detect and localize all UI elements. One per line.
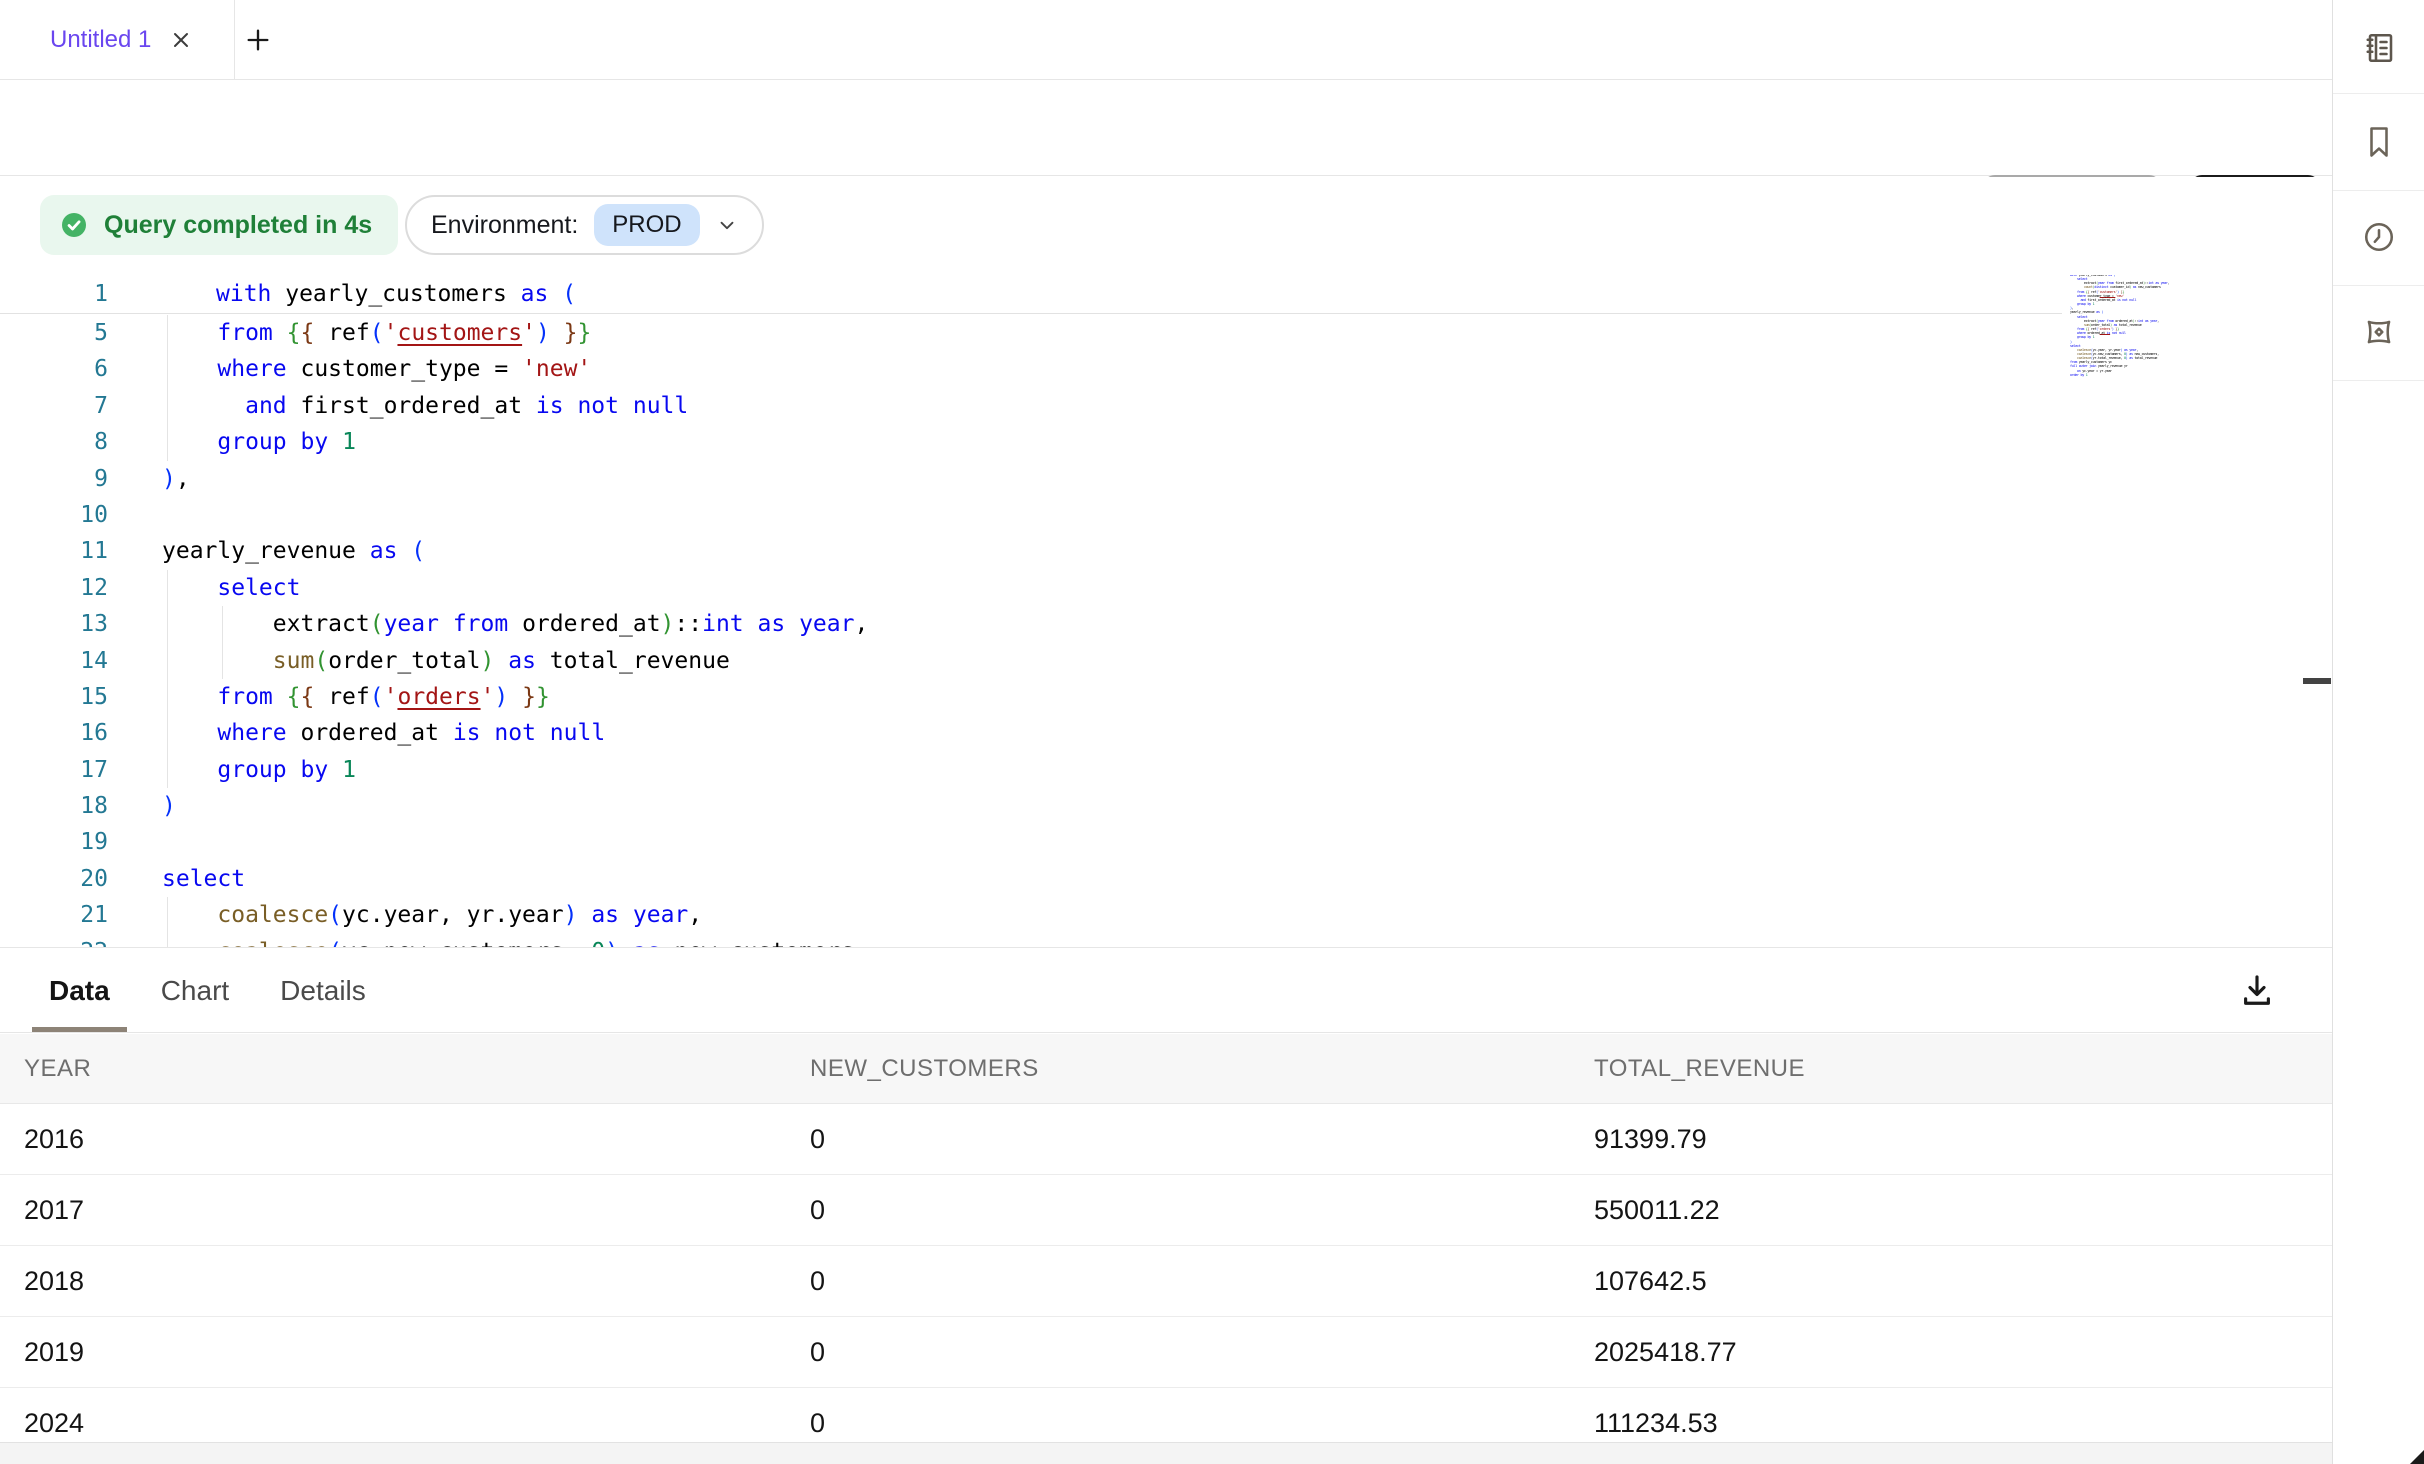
chevron-down-icon [716,214,738,236]
tab-chart[interactable]: Chart [161,975,229,1007]
sticky-line-number: 1 [0,275,108,313]
sticky-line: 1 with yearly_customers as ( [0,275,2062,314]
table-cell: 107642.5 [1594,1246,1707,1316]
table-cell: 550011.22 [1594,1175,1720,1245]
resize-corner[interactable] [2410,1450,2424,1464]
code-line[interactable]: 6 where customer_type = 'new' [0,351,2260,387]
code-line[interactable]: 9), [0,461,2260,497]
code-line[interactable]: 15 from {{ ref('orders') }} [0,679,2260,715]
table-cell: 2017 [24,1175,84,1245]
code-line[interactable]: 20select [0,861,2260,897]
horizontal-scrollbar-track[interactable] [0,1442,2332,1464]
table-cell: 0 [810,1104,825,1174]
code-line[interactable]: 22 coalesce(yc.new_customers, 0) as new_… [0,934,2260,947]
table-cell: 2025418.77 [1594,1317,1737,1387]
code-line[interactable]: 10 [0,497,2260,533]
tab-data[interactable]: Data [49,975,110,1007]
line-number: 16 [0,715,108,751]
code-line[interactable]: 8 group by 1 [0,424,2260,460]
line-number: 20 [0,861,108,897]
line-number: 17 [0,752,108,788]
line-number: 10 [0,497,108,533]
table-cell: 2018 [24,1246,84,1316]
line-number: 11 [0,533,108,569]
line-number: 12 [0,570,108,606]
code-line[interactable]: 14 sum(order_total) as total_revenue [0,643,2260,679]
code-editor[interactable]: 5 from {{ ref('customers') }}6 where cus… [0,275,2332,947]
sidebar-divider [2333,380,2424,381]
line-number: 21 [0,897,108,933]
code-line[interactable]: 5 from {{ ref('customers') }} [0,315,2260,351]
tab-label: Untitled 1 [50,26,151,54]
tab-untitled-1[interactable]: Untitled 1 [0,0,235,80]
line-number: 7 [0,388,108,424]
code-line[interactable]: 13 extract(year from ordered_at)::int as… [0,606,2260,642]
table-header-row: YEAR NEW_CUSTOMERS TOTAL_REVENUE [0,1034,2332,1104]
sidebar-divider [2333,93,2424,94]
close-icon[interactable] [169,28,193,52]
table-row[interactable]: 2019 0 2025418.77 [0,1317,2332,1388]
column-header[interactable]: NEW_CUSTOMERS [810,1034,1039,1104]
table-body: 2016 0 91399.79 2017 0 550011.22 2018 0 107642.5… [0,1104,2332,1464]
status-row: Query completed in 4s Environment: PROD [0,177,2332,275]
toolbar: Develop Run [0,80,2332,176]
line-number: 9 [0,461,108,497]
line-number: 14 [0,643,108,679]
clock-icon[interactable] [2361,219,2397,255]
new-tab-button[interactable] [242,24,274,56]
line-number: 22 [0,934,108,947]
tab-details[interactable]: Details [280,975,366,1007]
table-row[interactable]: 2018 0 107642.5 [0,1246,2332,1317]
query-status-text: Query completed in 4s [104,211,372,240]
code-line[interactable]: 11yearly_revenue as ( [0,533,2260,569]
compass-icon[interactable] [2361,314,2397,350]
notebook-icon[interactable] [2361,30,2397,66]
results-tabs-row: Data Chart Details [0,948,2332,1033]
code-line[interactable]: 18) [0,788,2260,824]
table-cell: 0 [810,1175,825,1245]
table-cell: 2016 [24,1104,84,1174]
environment-badge: PROD [594,204,699,246]
table-row[interactable]: 2016 0 91399.79 [0,1104,2332,1175]
line-number: 13 [0,606,108,642]
sidebar-divider [2333,190,2424,191]
environment-selector[interactable]: Environment: PROD [405,195,764,255]
query-status-pill: Query completed in 4s [40,195,398,255]
code-line[interactable]: 7 and first_ordered_at is not null [0,388,2260,424]
minimap[interactable]: with yearly_customers as ( select extrac… [2070,275,2220,377]
table-cell: 0 [810,1246,825,1316]
table-cell: 91399.79 [1594,1104,1707,1174]
line-number: 19 [0,824,108,860]
right-sidebar [2332,0,2424,1464]
sticky-line-code: with yearly_customers as ( [162,275,2062,313]
column-header[interactable]: TOTAL_REVENUE [1594,1034,1805,1104]
table-cell: 0 [810,1317,825,1387]
code-line[interactable]: 21 coalesce(yc.year, yr.year) as year, [0,897,2260,933]
code-line[interactable]: 17 group by 1 [0,752,2260,788]
app-window: Untitled 1 Develop Run [0,0,2424,1464]
results-panel: Data Chart Details YEAR NEW_CUSTOMERS TOTAL_… [0,947,2332,1464]
line-number: 6 [0,351,108,387]
table-row[interactable]: 2017 0 550011.22 [0,1175,2332,1246]
scrollbar-handle[interactable] [2303,678,2331,684]
line-number: 15 [0,679,108,715]
line-number: 18 [0,788,108,824]
code-line[interactable]: 16 where ordered_at is not null [0,715,2260,751]
column-header[interactable]: YEAR [24,1034,91,1104]
minimap-line: order by 1 [2070,373,2220,377]
code-body[interactable]: 5 from {{ ref('customers') }}6 where cus… [0,315,2260,947]
code-line[interactable]: 12 select [0,570,2260,606]
sidebar-divider [2333,285,2424,286]
active-tab-indicator [32,1027,127,1032]
environment-label: Environment: [431,211,578,240]
table-cell: 2019 [24,1317,84,1387]
download-icon[interactable] [2236,970,2278,1012]
code-line[interactable]: 19 [0,824,2260,860]
line-number: 8 [0,424,108,460]
check-circle-icon [58,209,90,241]
tab-bar: Untitled 1 [0,0,2332,80]
line-number: 5 [0,315,108,351]
bookmark-icon[interactable] [2361,124,2397,160]
